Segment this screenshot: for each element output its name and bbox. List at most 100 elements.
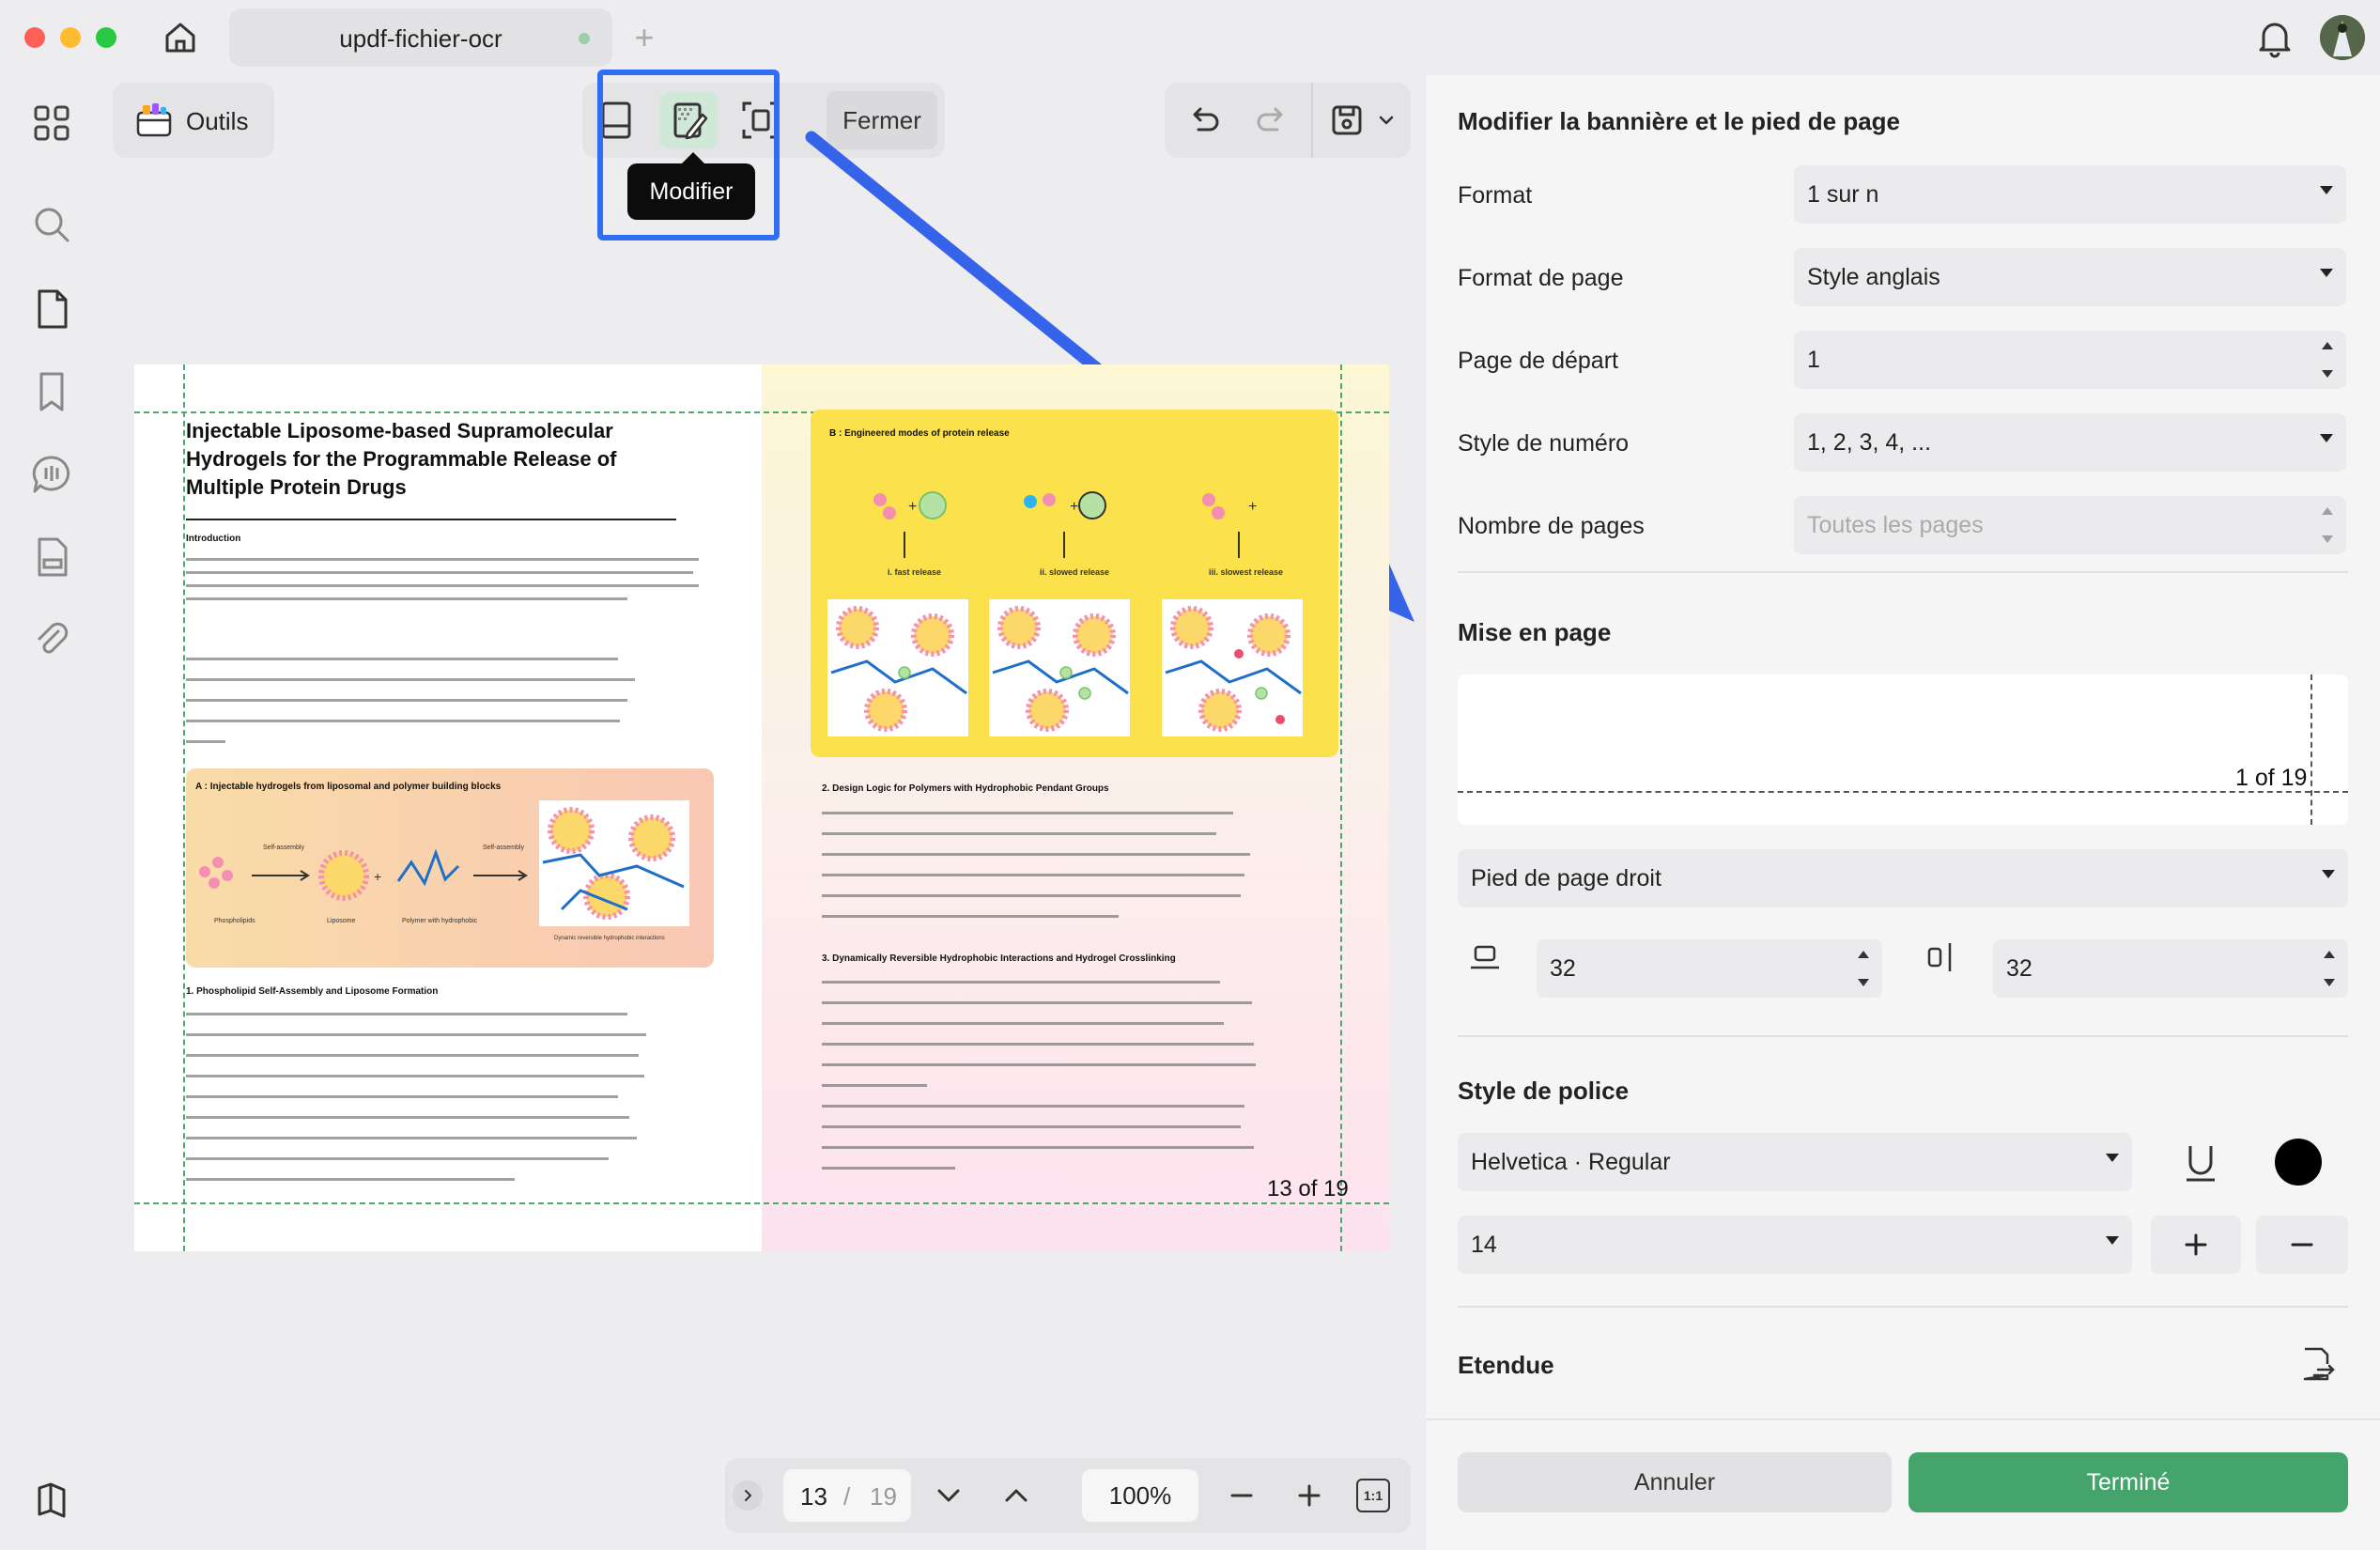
home-icon[interactable]: [160, 17, 201, 58]
page-icon[interactable]: [28, 286, 75, 333]
title-bar: updf-fichier-ocr +: [0, 0, 2380, 75]
dropdown-caret-icon: [2320, 269, 2333, 277]
svg-text:ii. slowed release: ii. slowed release: [1040, 567, 1109, 577]
right-margin-icon: [1924, 939, 1959, 975]
page-range-icon[interactable]: [2295, 1343, 2337, 1385]
start-page-stepper[interactable]: 1: [1794, 331, 2346, 389]
toolbar-divider: [1311, 83, 1313, 158]
format-select[interactable]: 1 sur n: [1794, 165, 2346, 224]
minus-icon[interactable]: [1227, 1480, 1257, 1511]
done-button[interactable]: Terminé: [1909, 1452, 2348, 1512]
panel-title: Modifier la bannière et le pied de page: [1458, 107, 1900, 135]
layout-heading: Mise en page: [1458, 618, 1612, 646]
modifier-tooltip: Modifier: [627, 152, 755, 220]
font-size-select[interactable]: 14: [1458, 1216, 2132, 1274]
intro-heading: Introduction: [186, 534, 241, 544]
new-tab-button[interactable]: +: [624, 17, 665, 58]
margin-guide: [2310, 674, 2312, 825]
current-page[interactable]: 13: [800, 1482, 827, 1511]
previous-page-icon[interactable]: [1001, 1480, 1031, 1511]
number-style-label: Style de numéro: [1458, 430, 1630, 457]
total-pages: 19: [870, 1482, 897, 1511]
svg-text:+: +: [374, 869, 381, 884]
stepper-icon[interactable]: [2322, 342, 2335, 378]
stepper-icon[interactable]: [2322, 507, 2335, 543]
increase-font-button[interactable]: [2151, 1216, 2241, 1274]
actual-size-button[interactable]: 1:1: [1356, 1479, 1390, 1512]
number-style-value: 1, 2, 3, 4, ...: [1807, 429, 1932, 456]
bottom-margin-stepper[interactable]: 32: [1537, 939, 1882, 998]
section-divider: [1458, 1035, 2348, 1037]
underline-icon[interactable]: [2171, 1133, 2230, 1191]
font-family-value: Helvetica · Regular: [1471, 1149, 1671, 1175]
expand-icon[interactable]: [733, 1480, 763, 1511]
form-icon[interactable]: [28, 534, 75, 581]
footer-guide: [1458, 791, 2348, 793]
figure-a-title: A : Injectable hydrogels from liposomal …: [195, 782, 502, 792]
start-page-label: Page de départ: [1458, 348, 1618, 374]
page-format-label: Format de page: [1458, 265, 1624, 291]
svg-text:Polymer with hydrophobic: Polymer with hydrophobic: [402, 918, 478, 924]
bottom-margin-value: 32: [1550, 955, 1576, 982]
chevron-down-icon[interactable]: [1377, 111, 1396, 130]
layers-icon[interactable]: [28, 1477, 75, 1524]
svg-text:Self-assembly: Self-assembly: [263, 845, 304, 851]
font-family-select[interactable]: Helvetica · Regular: [1458, 1133, 2132, 1191]
plus-icon[interactable]: [1294, 1480, 1324, 1511]
preview-page-number: 1 of 19: [2235, 765, 2308, 791]
page-input[interactable]: 13 / 19: [783, 1469, 911, 1522]
right-margin-stepper[interactable]: 32: [1993, 939, 2348, 998]
footer-divider: [1426, 1418, 2380, 1420]
minimize-window-button[interactable]: [60, 27, 81, 48]
comment-icon[interactable]: [28, 451, 75, 498]
page-count-stepper[interactable]: Toutes les pages: [1794, 496, 2346, 554]
right-margin-value: 32: [2006, 955, 2032, 982]
zoom-level[interactable]: 100%: [1082, 1469, 1198, 1522]
cancel-button[interactable]: Annuler: [1458, 1452, 1892, 1512]
minus-icon: [2291, 1243, 2313, 1247]
attachment-icon[interactable]: [28, 616, 75, 663]
maximize-window-button[interactable]: [96, 27, 116, 48]
page-separator: /: [843, 1482, 851, 1511]
page-format-select[interactable]: Style anglais: [1794, 248, 2346, 306]
save-icon[interactable]: [1326, 100, 1368, 141]
position-select[interactable]: Pied de page droit: [1458, 849, 2348, 907]
font-size-value: 14: [1471, 1232, 1497, 1258]
svg-text:iii. slowest release: iii. slowest release: [1209, 567, 1283, 577]
svg-text:Phospholipids: Phospholipids: [214, 918, 255, 924]
next-page-icon[interactable]: [934, 1480, 964, 1511]
svg-text:Liposome: Liposome: [327, 918, 355, 924]
toolbox-icon: [135, 101, 173, 139]
bell-icon[interactable]: [2254, 15, 2295, 60]
avatar[interactable]: [2320, 15, 2365, 60]
section1-heading: 1. Phospholipid Self-Assembly and Liposo…: [186, 986, 439, 997]
grid-icon[interactable]: [28, 100, 75, 147]
tools-button[interactable]: Outils: [113, 83, 274, 158]
search-icon[interactable]: [28, 201, 75, 248]
unsaved-dot: [579, 33, 590, 44]
close-window-button[interactable]: [24, 27, 45, 48]
tools-label: Outils: [186, 107, 249, 135]
undo-icon[interactable]: [1185, 101, 1223, 139]
page-count-placeholder: Toutes les pages: [1807, 512, 1984, 538]
text-color-swatch[interactable]: [2275, 1139, 2322, 1186]
decrease-font-button[interactable]: [2256, 1216, 2348, 1274]
format-label: Format: [1458, 182, 1533, 209]
svg-text:+: +: [908, 499, 917, 515]
document-page: Injectable Liposome-based Supramolecular…: [134, 364, 1389, 1251]
page-footer-number: 13 of 19: [1267, 1176, 1349, 1201]
document-tab[interactable]: updf-fichier-ocr: [229, 8, 612, 67]
bookmark-icon[interactable]: [28, 368, 75, 415]
svg-text:Dynamic reversible hydrophobic: Dynamic reversible hydrophobic interacti…: [554, 936, 665, 941]
figure-a: A : Injectable hydrogels from liposomal …: [186, 768, 714, 968]
bottom-margin-icon: [1467, 939, 1503, 975]
stepper-icon[interactable]: [2324, 951, 2337, 986]
start-page-value: 1: [1807, 347, 1820, 373]
document-title: Injectable Liposome-based Supramolecular…: [186, 419, 617, 499]
stepper-icon[interactable]: [1858, 951, 1871, 986]
section3-heading: 3. Dynamically Reversible Hydrophobic In…: [822, 953, 1176, 964]
number-style-select[interactable]: 1, 2, 3, 4, ...: [1794, 413, 2346, 472]
svg-text:Self-assembly: Self-assembly: [483, 845, 524, 851]
history-toolbar: [1165, 83, 1411, 158]
redo-icon[interactable]: [1253, 101, 1290, 139]
